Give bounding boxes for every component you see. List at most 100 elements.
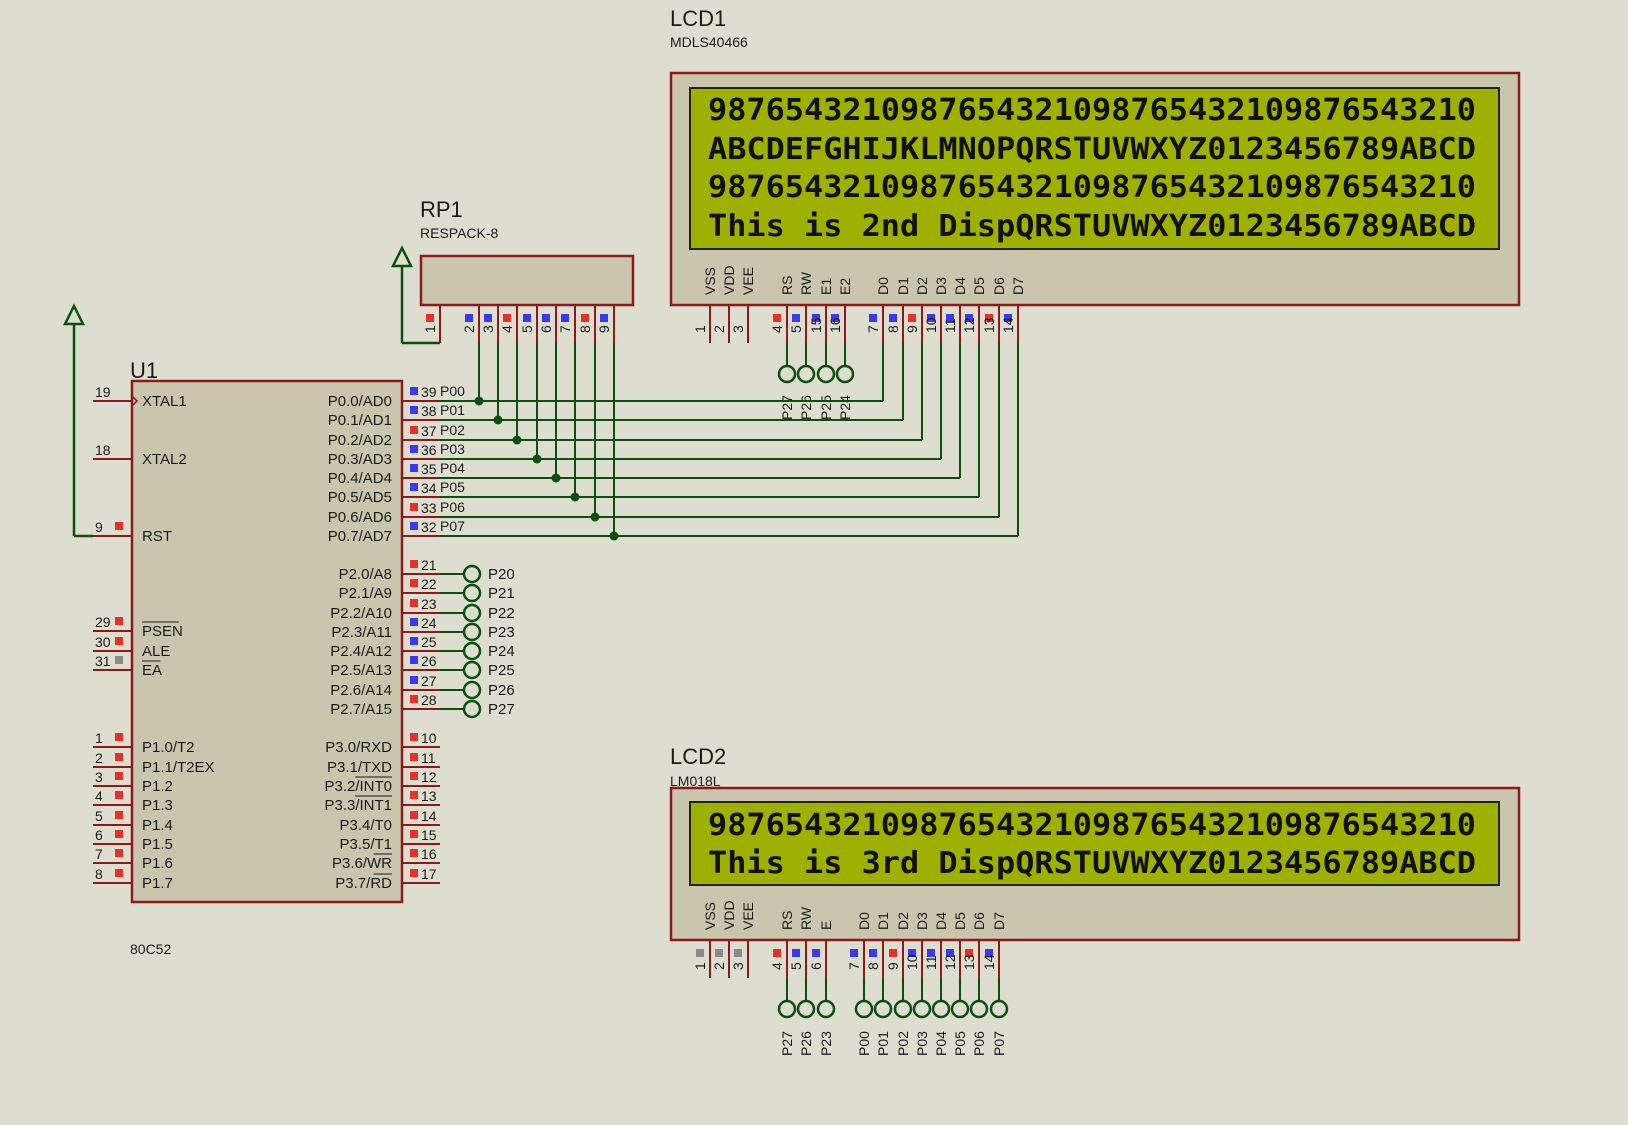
net-label: P01 bbox=[875, 1031, 891, 1056]
lcd1-pin-name: D5 bbox=[971, 277, 987, 295]
u1-pin-state-dot bbox=[115, 656, 123, 664]
lcd2-pin-state-dot bbox=[869, 949, 877, 957]
u1-pin-name: P1.4 bbox=[142, 817, 173, 834]
u1-pin-state-dot bbox=[410, 483, 418, 491]
u1-pin-name: P2.1/A9 bbox=[339, 585, 392, 602]
net-label: P23 bbox=[818, 1031, 834, 1056]
u1-pin-number: 12 bbox=[421, 769, 437, 785]
u1-pin-name: P2.0/A8 bbox=[339, 566, 392, 583]
u1-pin-name: ALE bbox=[142, 643, 170, 660]
lcd2-part-label: LM018L bbox=[670, 773, 721, 789]
u1-pin-name: P3.0/RXD bbox=[325, 739, 392, 756]
lcd2-pin-name: D7 bbox=[991, 912, 1007, 930]
net-label: P06 bbox=[971, 1031, 987, 1056]
rp1-pin-state-dot bbox=[465, 314, 473, 322]
u1-pin-state-dot bbox=[115, 772, 123, 780]
u1-pin-number: 35 bbox=[421, 461, 437, 477]
lcd1-pin-number: 5 bbox=[788, 325, 804, 333]
u1-pin-number: 24 bbox=[421, 615, 437, 631]
lcd2-pin-state-dot bbox=[812, 949, 820, 957]
wire-junction bbox=[551, 473, 561, 483]
rp1-pin-state-dot bbox=[600, 314, 608, 322]
lcd1-pin-name: VDD bbox=[721, 265, 737, 295]
lcd1-pin-name: D1 bbox=[895, 277, 911, 295]
net-label: P00 bbox=[856, 1031, 872, 1056]
u1-pin-state-dot bbox=[410, 695, 418, 703]
u1-pin-state-dot bbox=[115, 753, 123, 761]
net-label: P25 bbox=[818, 395, 834, 420]
u1-pin-state-dot bbox=[410, 522, 418, 530]
lcd2-pin-number: 11 bbox=[923, 955, 939, 970]
lcd1-text-line: ABCDEFGHIJKLMNOPQRSTUVWXYZ0123456789ABCD bbox=[708, 132, 1476, 167]
u1-pin-state-dot bbox=[115, 733, 123, 741]
net-label: P00 bbox=[440, 383, 465, 399]
u1-pin-state-dot bbox=[410, 464, 418, 472]
rp1-pin-state-dot bbox=[484, 314, 492, 322]
net-label: P04 bbox=[933, 1031, 949, 1056]
lcd2-pin-number: 14 bbox=[981, 954, 997, 970]
lcd2-pin-name: D1 bbox=[875, 912, 891, 930]
lcd2-pin-state-dot bbox=[889, 949, 897, 957]
u1-pin-number: 8 bbox=[95, 866, 103, 882]
lcd2-text-line: 9876543210987654321098765432109876543210 bbox=[708, 808, 1476, 843]
power-arrow-u1 bbox=[62, 303, 86, 326]
lcd1-pin-number: 4 bbox=[769, 325, 785, 333]
u1-pin-state-dot bbox=[410, 811, 418, 819]
u1-pin-number: 4 bbox=[95, 788, 103, 804]
rp1-pin-number: 6 bbox=[538, 325, 554, 333]
net-terminal bbox=[969, 999, 989, 1019]
rp1-pin-number: 5 bbox=[519, 325, 535, 333]
lcd1-pin-name: RS bbox=[779, 276, 795, 295]
lcd2-pin-number: 3 bbox=[730, 962, 746, 970]
u1-pin-number: 38 bbox=[421, 403, 437, 419]
lcd1-pin-number: 3 bbox=[730, 325, 746, 333]
u1-pin-number: 23 bbox=[421, 596, 437, 612]
net-terminal bbox=[462, 603, 482, 623]
u1-pin-number: 26 bbox=[421, 653, 437, 669]
lcd1-pin-number: 15 bbox=[808, 317, 824, 333]
lcd1-pin-number: 14 bbox=[1000, 317, 1016, 333]
lcd1-pin-name: D4 bbox=[952, 277, 968, 295]
net-terminal bbox=[777, 999, 797, 1019]
u1-pin-number: 22 bbox=[421, 576, 437, 592]
net-terminal bbox=[816, 364, 836, 384]
u1-pin-state-dot bbox=[410, 772, 418, 780]
u1-pin-name: P0.1/AD1 bbox=[328, 412, 392, 429]
net-label: P07 bbox=[440, 518, 465, 534]
net-label: P25 bbox=[488, 662, 515, 679]
lcd1-pin-name: D3 bbox=[933, 277, 949, 295]
wire-junction bbox=[474, 396, 484, 406]
u1-pin-number: 14 bbox=[421, 808, 437, 824]
net-label: P06 bbox=[440, 499, 465, 515]
u1-pin-number: 29 bbox=[95, 614, 111, 630]
u1-pin-number: 2 bbox=[95, 750, 103, 766]
u1-pin-name: P0.5/AD5 bbox=[328, 489, 392, 506]
u1-pin-name: P1.7 bbox=[142, 875, 173, 892]
net-terminal bbox=[462, 660, 482, 680]
lcd2-pin-number: 9 bbox=[885, 962, 901, 970]
rp1-pin-number: 1 bbox=[422, 325, 438, 333]
rp1-part-label: RESPACK-8 bbox=[420, 225, 499, 241]
u1-pin-name: P3.3/INT1 bbox=[324, 797, 392, 814]
lcd2-pin-state-dot bbox=[734, 949, 742, 957]
wire-junction bbox=[493, 415, 503, 425]
u1-pin-state-dot bbox=[410, 637, 418, 645]
lcd1-pin-state-dot bbox=[792, 314, 800, 322]
u1-pin-number: 39 bbox=[421, 384, 437, 400]
net-label: P01 bbox=[440, 402, 465, 418]
lcd1-pin-name: VSS bbox=[702, 267, 718, 295]
lcd2-pin-name: RW bbox=[798, 906, 814, 930]
lcd1-pin-number: 16 bbox=[827, 317, 843, 333]
u1-pin-name: XTAL2 bbox=[142, 451, 187, 468]
u1-pin-state-dot bbox=[115, 849, 123, 857]
net-terminal bbox=[796, 999, 816, 1019]
u1-pin-name: P0.7/AD7 bbox=[328, 528, 392, 545]
u1-pin-state-dot bbox=[410, 676, 418, 684]
net-label: P27 bbox=[488, 701, 515, 718]
u1-pin-state-dot bbox=[410, 656, 418, 664]
lcd1-ref-label: LCD1 bbox=[670, 6, 726, 31]
lcd2-pin-state-dot bbox=[696, 949, 704, 957]
net-terminal bbox=[462, 699, 482, 719]
net-label: P05 bbox=[440, 479, 465, 495]
u1-pin-state-dot bbox=[410, 406, 418, 414]
